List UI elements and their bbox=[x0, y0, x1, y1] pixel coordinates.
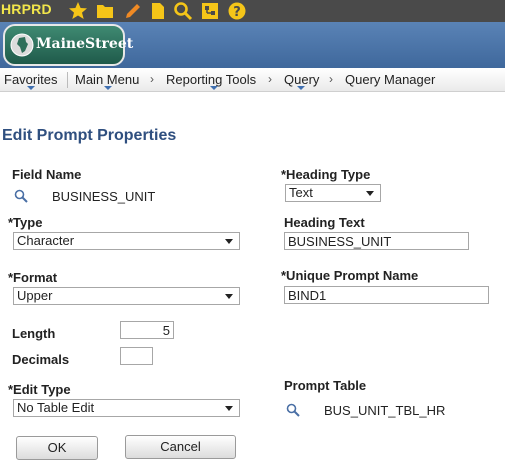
format-value: Upper bbox=[17, 288, 53, 303]
type-select[interactable]: Character bbox=[13, 232, 240, 250]
length-input[interactable] bbox=[120, 321, 174, 339]
decimals-label: Decimals bbox=[12, 352, 70, 367]
maine-seal-icon bbox=[10, 33, 34, 57]
length-label: Length bbox=[12, 326, 56, 341]
chevron-right-icon: › bbox=[329, 72, 333, 86]
nav-query[interactable]: Query bbox=[284, 72, 319, 87]
format-select[interactable]: Upper bbox=[13, 287, 240, 305]
chevron-right-icon: › bbox=[150, 72, 154, 86]
unique-prompt-name-label: *Unique Prompt Name bbox=[281, 268, 419, 283]
heading-type-value: Text bbox=[289, 185, 313, 200]
main-menu-dropdown-icon[interactable] bbox=[104, 86, 112, 90]
ok-button[interactable]: OK bbox=[16, 436, 98, 460]
page-title: Edit Prompt Properties bbox=[2, 127, 177, 144]
decimals-input[interactable] bbox=[120, 347, 153, 365]
star-icon[interactable] bbox=[68, 1, 88, 21]
nav-separator bbox=[67, 72, 68, 88]
nav-main-menu[interactable]: Main Menu bbox=[75, 72, 139, 87]
logo-text: MaineStreet bbox=[36, 36, 134, 52]
field-name-lookup-icon[interactable] bbox=[14, 189, 28, 203]
svg-text:?: ? bbox=[233, 5, 241, 20]
edit-type-value: No Table Edit bbox=[17, 400, 95, 415]
mainestreet-logo[interactable]: MaineStreet bbox=[3, 24, 133, 66]
chevron-right-icon: › bbox=[268, 72, 272, 86]
type-value: Character bbox=[17, 233, 75, 248]
field-name-value: BUSINESS_UNIT bbox=[52, 189, 156, 204]
help-icon[interactable]: ? bbox=[227, 1, 247, 21]
type-label: *Type bbox=[8, 215, 43, 230]
breadcrumb-nav: Favorites Main Menu › Reporting Tools › … bbox=[0, 68, 505, 92]
environment-label: HRPRD bbox=[1, 1, 52, 17]
chevron-down-icon bbox=[225, 406, 233, 411]
nav-reporting-tools[interactable]: Reporting Tools bbox=[166, 72, 256, 87]
edit-type-select[interactable]: No Table Edit bbox=[13, 399, 240, 417]
document-icon[interactable] bbox=[148, 1, 168, 21]
heading-text-input[interactable] bbox=[284, 232, 469, 250]
navigator-icon[interactable] bbox=[200, 1, 220, 21]
edit-type-label: *Edit Type bbox=[8, 382, 71, 397]
prompt-table-lookup-icon[interactable] bbox=[286, 403, 300, 417]
pencil-icon[interactable] bbox=[123, 1, 143, 21]
heading-type-label: *Heading Type bbox=[281, 167, 371, 182]
field-name-label: Field Name bbox=[12, 167, 82, 182]
folder-icon[interactable] bbox=[95, 1, 115, 21]
chevron-down-icon bbox=[225, 294, 233, 299]
search-icon[interactable] bbox=[173, 1, 193, 21]
prompt-table-value: BUS_UNIT_TBL_HR bbox=[324, 403, 446, 418]
banner: MaineStreet bbox=[0, 22, 505, 68]
favorites-dropdown-icon[interactable] bbox=[27, 86, 35, 90]
nav-favorites[interactable]: Favorites bbox=[4, 72, 57, 87]
heading-text-label: Heading Text bbox=[284, 215, 365, 230]
system-bar: HRPRD ? bbox=[0, 0, 505, 22]
chevron-down-icon bbox=[225, 239, 233, 244]
cancel-button[interactable]: Cancel bbox=[125, 435, 236, 459]
query-dropdown-icon[interactable] bbox=[297, 86, 305, 90]
unique-prompt-name-input[interactable] bbox=[284, 286, 489, 304]
chevron-down-icon bbox=[366, 191, 374, 196]
reporting-tools-dropdown-icon[interactable] bbox=[210, 86, 218, 90]
heading-type-select[interactable]: Text bbox=[285, 184, 381, 202]
format-label: *Format bbox=[8, 270, 58, 285]
nav-query-manager[interactable]: Query Manager bbox=[345, 72, 435, 87]
prompt-table-label: Prompt Table bbox=[284, 378, 367, 393]
